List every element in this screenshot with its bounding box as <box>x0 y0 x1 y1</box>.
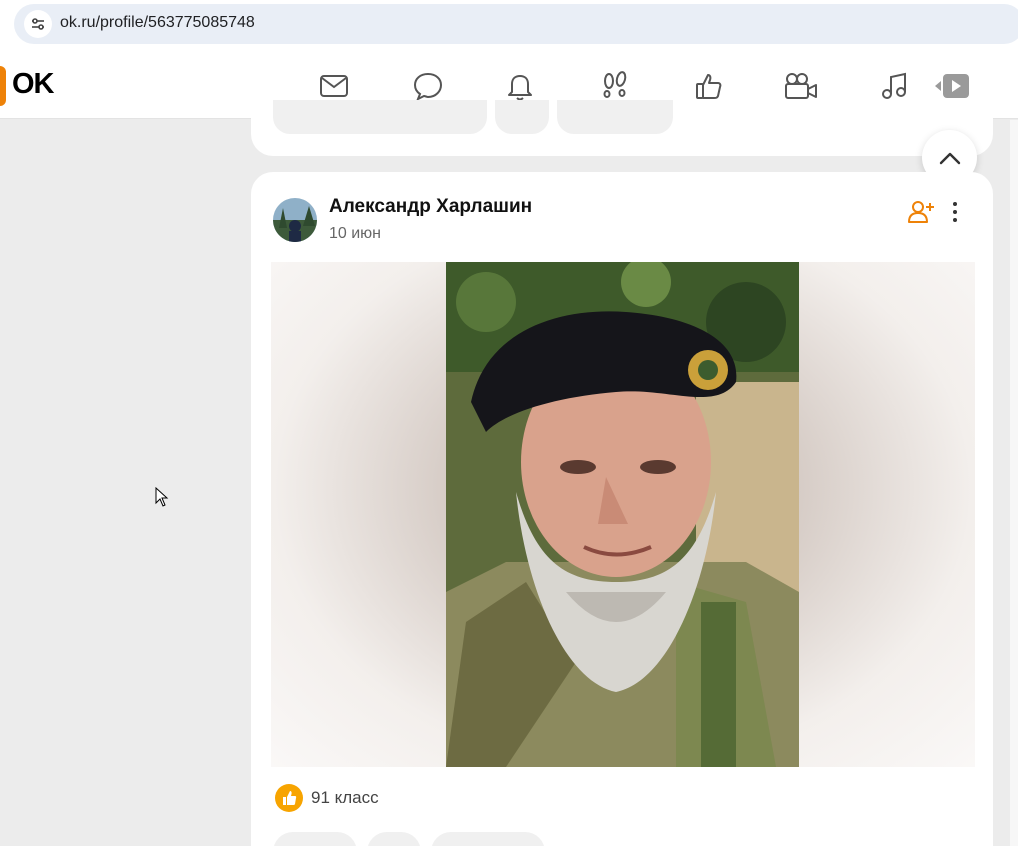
video-camera-icon[interactable] <box>783 68 819 104</box>
share-button[interactable] <box>367 832 421 846</box>
likes-count[interactable]: 91 класс <box>311 788 379 808</box>
browser-toolbar: ok.ru/profile/563775085748 <box>0 0 1018 52</box>
portrait-photo <box>446 262 799 767</box>
more-options-icon[interactable] <box>945 198 965 226</box>
like-chip[interactable] <box>557 100 673 134</box>
post-date[interactable]: 10 июн <box>329 225 381 243</box>
thumbs-up-icon[interactable] <box>691 68 727 104</box>
ok-logo-mark[interactable] <box>0 66 6 106</box>
post-card: Александр Харлашин 10 июн 91 класс <box>251 172 993 846</box>
share-chip[interactable] <box>273 100 487 134</box>
chat-icon[interactable] <box>410 68 446 104</box>
like-badge-icon <box>275 784 303 812</box>
comment-button[interactable] <box>273 832 357 846</box>
ok-logo[interactable]: OK <box>12 68 54 101</box>
video-play-icon[interactable] <box>932 68 972 104</box>
footprints-icon[interactable] <box>597 68 633 104</box>
tune-icon[interactable] <box>24 10 52 38</box>
address-bar[interactable]: ok.ru/profile/563775085748 <box>14 4 1018 44</box>
add-friend-icon[interactable] <box>907 198 935 226</box>
avatar[interactable] <box>273 198 317 242</box>
url-text[interactable]: ok.ru/profile/563775085748 <box>60 14 255 32</box>
mouse-cursor-icon <box>155 487 169 507</box>
previous-post-card <box>251 100 993 156</box>
comment-chip[interactable] <box>495 100 549 134</box>
post-author-name[interactable]: Александр Харлашин <box>329 196 532 218</box>
mail-icon[interactable] <box>316 68 352 104</box>
post-photo[interactable] <box>271 262 975 767</box>
bell-icon[interactable] <box>502 68 538 104</box>
right-panel-edge <box>1010 120 1018 846</box>
chevron-up-icon <box>939 152 960 164</box>
music-note-icon[interactable] <box>876 68 912 104</box>
like-button[interactable] <box>431 832 545 846</box>
likes-summary[interactable]: 91 класс <box>275 784 379 812</box>
